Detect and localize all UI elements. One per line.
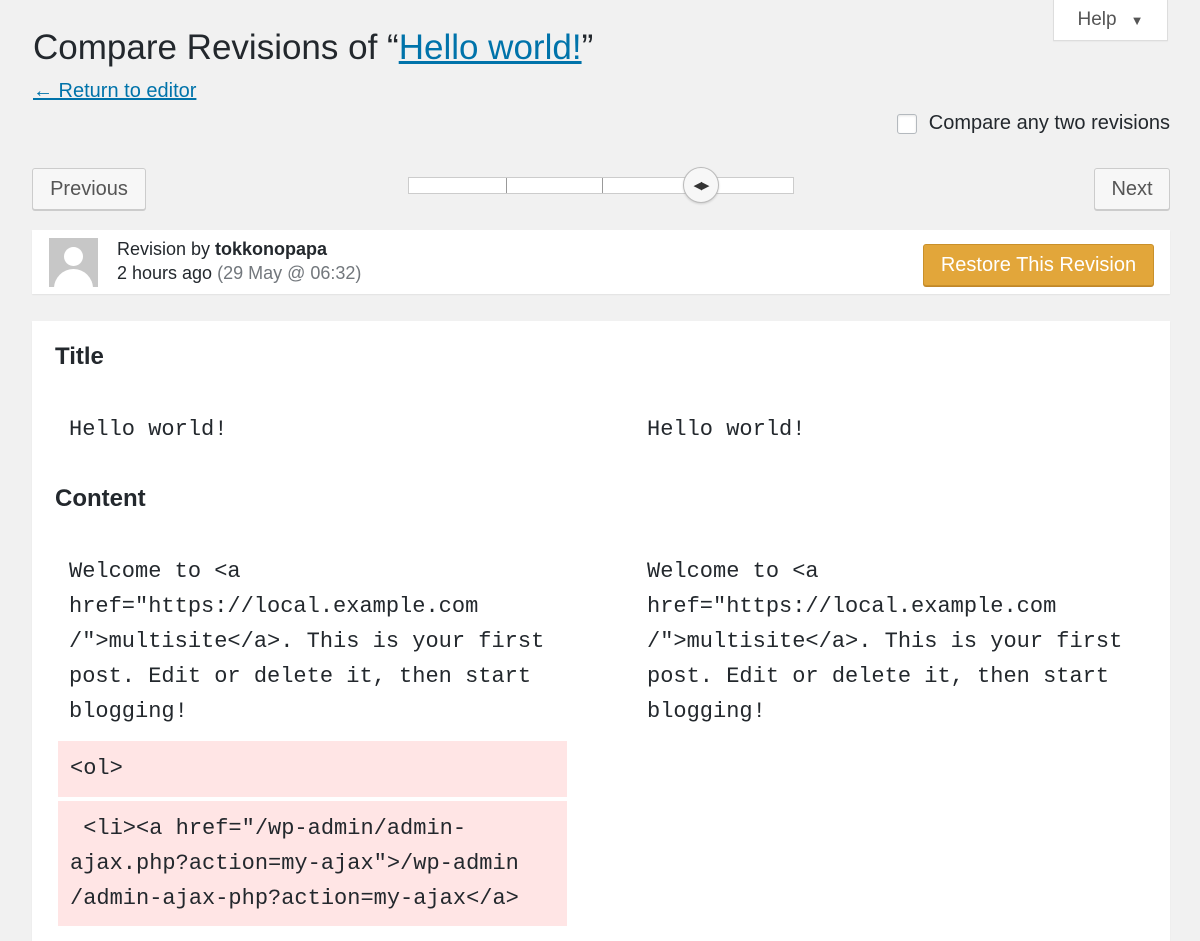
slider-handle[interactable]: ◀▶ bbox=[683, 167, 719, 203]
content-left-column: Welcome to <a href="https://local.exampl… bbox=[69, 559, 545, 724]
page-title: Compare Revisions of “Hello world!” bbox=[33, 28, 593, 68]
revision-slider[interactable] bbox=[408, 177, 794, 194]
revision-author-line: Revision by tokkonopapa bbox=[117, 239, 327, 260]
caret-down-icon: ▼ bbox=[1130, 12, 1144, 28]
compare-two-revisions-toggle[interactable]: Compare any two revisions bbox=[896, 112, 1170, 135]
revision-by-label: Revision by bbox=[117, 239, 216, 259]
diff-panel: Title Hello world! Hello world! Content … bbox=[32, 321, 1170, 941]
content-section-heading: Content bbox=[55, 485, 146, 512]
avatar-body-shape bbox=[54, 269, 93, 287]
revision-meta-bar: Revision by tokkonopapa 2 hours ago (29 … bbox=[32, 230, 1170, 294]
removed-line: <li><a href="/wp-admin/admin- ajax.php?a… bbox=[58, 801, 567, 926]
help-tab-button[interactable]: Help ▼ bbox=[1053, 0, 1168, 41]
title-left-column: Hello world! bbox=[69, 417, 228, 442]
previous-button[interactable]: Previous bbox=[32, 168, 146, 210]
content-right-column: Welcome to <a href="https://local.exampl… bbox=[647, 559, 1123, 724]
compare-label: Compare any two revisions bbox=[928, 112, 1170, 134]
title-section-heading: Title bbox=[55, 343, 104, 370]
page-title-suffix: ” bbox=[581, 28, 594, 67]
revision-date: (29 May @ 06:32) bbox=[217, 263, 362, 283]
post-title-link[interactable]: Hello world! bbox=[399, 28, 582, 67]
removed-line: <ol> bbox=[58, 741, 567, 797]
title-right-column: Hello world! bbox=[647, 417, 806, 442]
next-button[interactable]: Next bbox=[1094, 168, 1170, 210]
compare-checkbox[interactable] bbox=[896, 113, 917, 134]
restore-revision-button[interactable]: Restore This Revision bbox=[923, 244, 1154, 286]
revision-time-line: 2 hours ago (29 May @ 06:32) bbox=[117, 263, 361, 284]
return-to-editor-link[interactable]: ← Return to editor bbox=[33, 80, 196, 103]
revision-time-ago: 2 hours ago bbox=[117, 263, 213, 283]
slider-tick bbox=[602, 178, 603, 193]
page-title-prefix: Compare Revisions of “ bbox=[33, 28, 399, 67]
help-label: Help bbox=[1077, 9, 1117, 30]
revision-author: tokkonopapa bbox=[215, 239, 328, 259]
avatar bbox=[49, 238, 98, 287]
avatar-head-shape bbox=[64, 247, 83, 266]
slider-tick bbox=[506, 178, 507, 193]
